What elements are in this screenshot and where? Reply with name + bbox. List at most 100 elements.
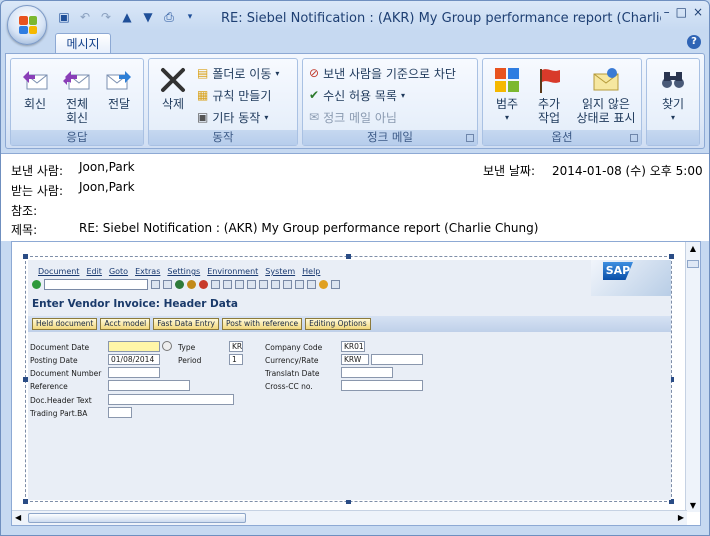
group-find: 찾기 ▾ — [646, 58, 700, 146]
binoculars-icon — [662, 72, 684, 88]
sap-screen-title: Enter Vendor Invoice: Header Data — [32, 298, 238, 310]
sap-find-next-icon — [235, 279, 244, 289]
from-label: 보낸 사람: — [11, 164, 64, 178]
sent-date-label: 보낸 날짜: — [483, 164, 536, 178]
sap-label-company-code: Company Code — [265, 343, 323, 352]
move-folder-icon: ▤ — [197, 66, 209, 80]
sap-calendar-icon — [162, 341, 172, 351]
group-label-junk: 정크 메일 — [303, 130, 477, 145]
group-options: 범주 ▾ 추가 작업 읽지 않은 상태로 표시 옵션 — [482, 58, 642, 146]
to-value[interactable]: Joon,Park — [79, 180, 135, 194]
safe-list-button[interactable]: ✔ 수신 허용 목록 ▾ — [309, 85, 405, 105]
sap-menu-extras: Extras — [135, 267, 161, 276]
scroll-left-icon[interactable]: ◀ — [15, 513, 21, 522]
sap-toolbar — [28, 277, 591, 291]
horizontal-scrollbar[interactable]: ◀ ▶ — [12, 510, 687, 525]
sap-reference-field — [108, 380, 190, 391]
other-actions-icon: ▣ — [197, 110, 209, 124]
sap-command-field — [44, 278, 148, 290]
sap-post-with-reference-button: Post with reference — [221, 318, 303, 330]
sap-menu-edit: Edit — [86, 267, 102, 276]
tab-message[interactable]: 메시지 — [55, 33, 111, 54]
dropdown-arrow-icon: ▾ — [504, 113, 509, 122]
group-actions: 삭제 ▤ 폴더로 이동 ▾ ▦ 규칙 만들기 ▣ 기타 동작 ▾ 동작 — [148, 58, 298, 146]
sap-label-trading-part: Trading Part.BA — [30, 409, 88, 418]
sap-label-posting-date: Posting Date — [30, 356, 78, 365]
sap-last-page-icon — [283, 279, 292, 289]
window-title: RE: Siebel Notification : (AKR) My Group… — [221, 11, 661, 26]
redo-icon[interactable]: ↷ — [97, 9, 115, 25]
sap-currency-field: KRW — [341, 354, 369, 365]
find-button[interactable]: 찾기 ▾ — [653, 63, 693, 131]
create-rule-button[interactable]: ▦ 규칙 만들기 — [197, 85, 271, 105]
from-value[interactable]: Joon,Park — [79, 160, 135, 174]
subject-value: RE: Siebel Notification : (AKR) My Group… — [79, 221, 539, 235]
vertical-scroll-thumb[interactable] — [687, 260, 699, 268]
sap-menu-help: Help — [302, 267, 321, 276]
dropdown-arrow-icon: ▾ — [264, 112, 269, 122]
sap-back-icon — [175, 279, 184, 289]
flag-icon — [540, 69, 560, 93]
horizontal-scroll-thumb[interactable] — [28, 513, 246, 523]
scroll-up-icon[interactable]: ▲ — [686, 242, 700, 256]
forward-button[interactable]: 전달 — [99, 63, 139, 131]
sap-help-icon — [319, 279, 328, 289]
sap-acct-model-button: Acct model — [100, 318, 151, 330]
sap-cross-cc-field — [341, 380, 423, 391]
message-body[interactable]: Document Edit Goto Extras Settings Envir… — [11, 241, 701, 526]
close-button[interactable]: × — [693, 5, 703, 19]
group-junk-mail: ⊘ 보낸 사람을 기준으로 차단 ✔ 수신 허용 목록 ▾ ✉ 정크 메일 아님… — [302, 58, 478, 146]
other-actions-button[interactable]: ▣ 기타 동작 ▾ — [197, 107, 268, 127]
sap-label-period: Period — [178, 356, 202, 365]
sap-exit-icon — [187, 279, 196, 289]
scroll-right-icon[interactable]: ▶ — [678, 513, 684, 522]
sap-print-icon — [211, 279, 220, 289]
message-header: 보낸 사람: Joon,Park 보낸 날짜: 2014-01-08 (수) 오… — [1, 153, 709, 241]
dialog-launcher-icon[interactable] — [466, 134, 474, 142]
undo-icon[interactable]: ↶ — [76, 9, 94, 25]
dropdown-arrow-icon: ▾ — [275, 68, 280, 78]
mark-unread-button[interactable]: 읽지 않은 상태로 표시 — [573, 63, 639, 131]
scroll-down-icon[interactable]: ▼ — [686, 501, 700, 510]
sap-posting-date-field: 01/08/2014 — [108, 354, 160, 365]
not-junk-button[interactable]: ✉ 정크 메일 아님 — [309, 107, 397, 127]
save-icon[interactable]: ▣ — [55, 9, 73, 25]
resize-handle[interactable] — [346, 254, 351, 259]
maximize-button[interactable]: □ — [676, 5, 687, 19]
dropdown-arrow-icon: ▾ — [400, 90, 405, 100]
sap-rate-field — [371, 354, 423, 365]
block-sender-button[interactable]: ⊘ 보낸 사람을 기준으로 차단 — [309, 63, 456, 83]
customize-qat-icon[interactable]: ▾ — [181, 9, 199, 25]
resize-handle[interactable] — [669, 254, 674, 259]
print-icon[interactable]: ⎙ — [160, 9, 178, 25]
move-to-folder-button[interactable]: ▤ 폴더로 이동 ▾ — [197, 63, 279, 83]
sap-fast-data-entry-button: Fast Data Entry — [153, 318, 219, 330]
categorize-button[interactable]: 범주 ▾ — [487, 63, 527, 131]
group-respond: 회신 전체 회신 전달 응답 — [10, 58, 144, 146]
reply-all-button[interactable]: 전체 회신 — [57, 63, 97, 131]
cc-label: 참조: — [11, 204, 38, 218]
sap-logo: SAP — [591, 260, 671, 296]
group-label-actions: 동작 — [149, 130, 297, 145]
sap-prev-page-icon — [259, 279, 268, 289]
ribbon-tab-bar: 메시지 ? — [1, 31, 709, 54]
next-item-icon[interactable]: ▼ — [139, 9, 157, 25]
resize-handle[interactable] — [23, 254, 28, 259]
sap-period-field: 1 — [229, 354, 243, 365]
follow-up-button[interactable]: 추가 작업 — [529, 63, 569, 131]
previous-item-icon[interactable]: ▲ — [118, 9, 136, 25]
reply-button[interactable]: 회신 — [15, 63, 55, 131]
group-label-find — [647, 130, 699, 145]
sap-menu-document: Document — [38, 267, 80, 276]
sap-shortcut-icon — [307, 279, 316, 289]
sap-label-document-number: Document Number — [30, 369, 102, 378]
sap-label-doc-header-text: Doc.Header Text — [30, 396, 92, 405]
help-icon[interactable]: ? — [687, 35, 701, 49]
reply-all-icon — [63, 71, 90, 90]
delete-button[interactable]: 삭제 — [153, 63, 193, 131]
dialog-launcher-icon[interactable] — [630, 134, 638, 142]
minimize-button[interactable]: – — [664, 5, 670, 19]
vertical-scrollbar[interactable]: ▲ ▼ — [685, 242, 700, 512]
rule-icon: ▦ — [197, 88, 209, 102]
quick-access-toolbar: ▣ ↶ ↷ ▲ ▼ ⎙ ▾ — [55, 8, 199, 26]
